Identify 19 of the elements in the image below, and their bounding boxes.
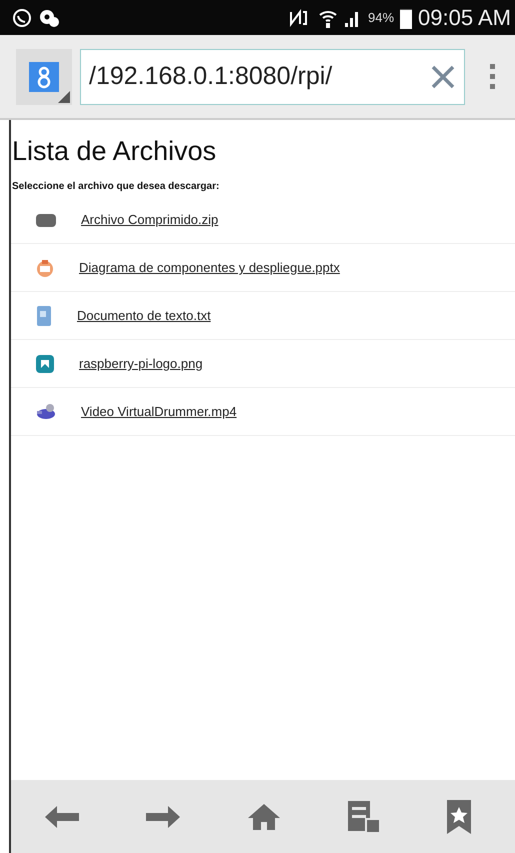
- address-field[interactable]: /192.168.0.1:8080/rpi/: [80, 48, 465, 104]
- close-icon[interactable]: [430, 64, 456, 90]
- file-link[interactable]: Documento de texto.txt: [77, 308, 211, 323]
- search-engine-button[interactable]: [16, 48, 72, 104]
- battery-icon: [400, 6, 412, 28]
- search-engine-icon: [29, 62, 59, 92]
- image-icon: [35, 354, 55, 374]
- chat-icon: [12, 8, 32, 28]
- file-link[interactable]: raspberry-pi-logo.png: [79, 356, 203, 371]
- page-title: Lista de Archivos: [12, 136, 218, 167]
- file-link[interactable]: Video VirtualDrummer.mp4: [81, 404, 237, 419]
- file-link[interactable]: Archivo Comprimido.zip: [81, 212, 218, 227]
- clock-time: 09:05 AM: [418, 4, 511, 30]
- corner-triangle-icon: [58, 90, 70, 102]
- battery-percentage: 94%: [368, 10, 394, 25]
- instruction-text: Seleccione el archivo que desea descargar:: [12, 181, 220, 192]
- file-link[interactable]: Diagrama de componentes y despliegue.pptx: [79, 260, 340, 275]
- document-icon: [35, 304, 53, 326]
- presentation-icon: [35, 258, 55, 278]
